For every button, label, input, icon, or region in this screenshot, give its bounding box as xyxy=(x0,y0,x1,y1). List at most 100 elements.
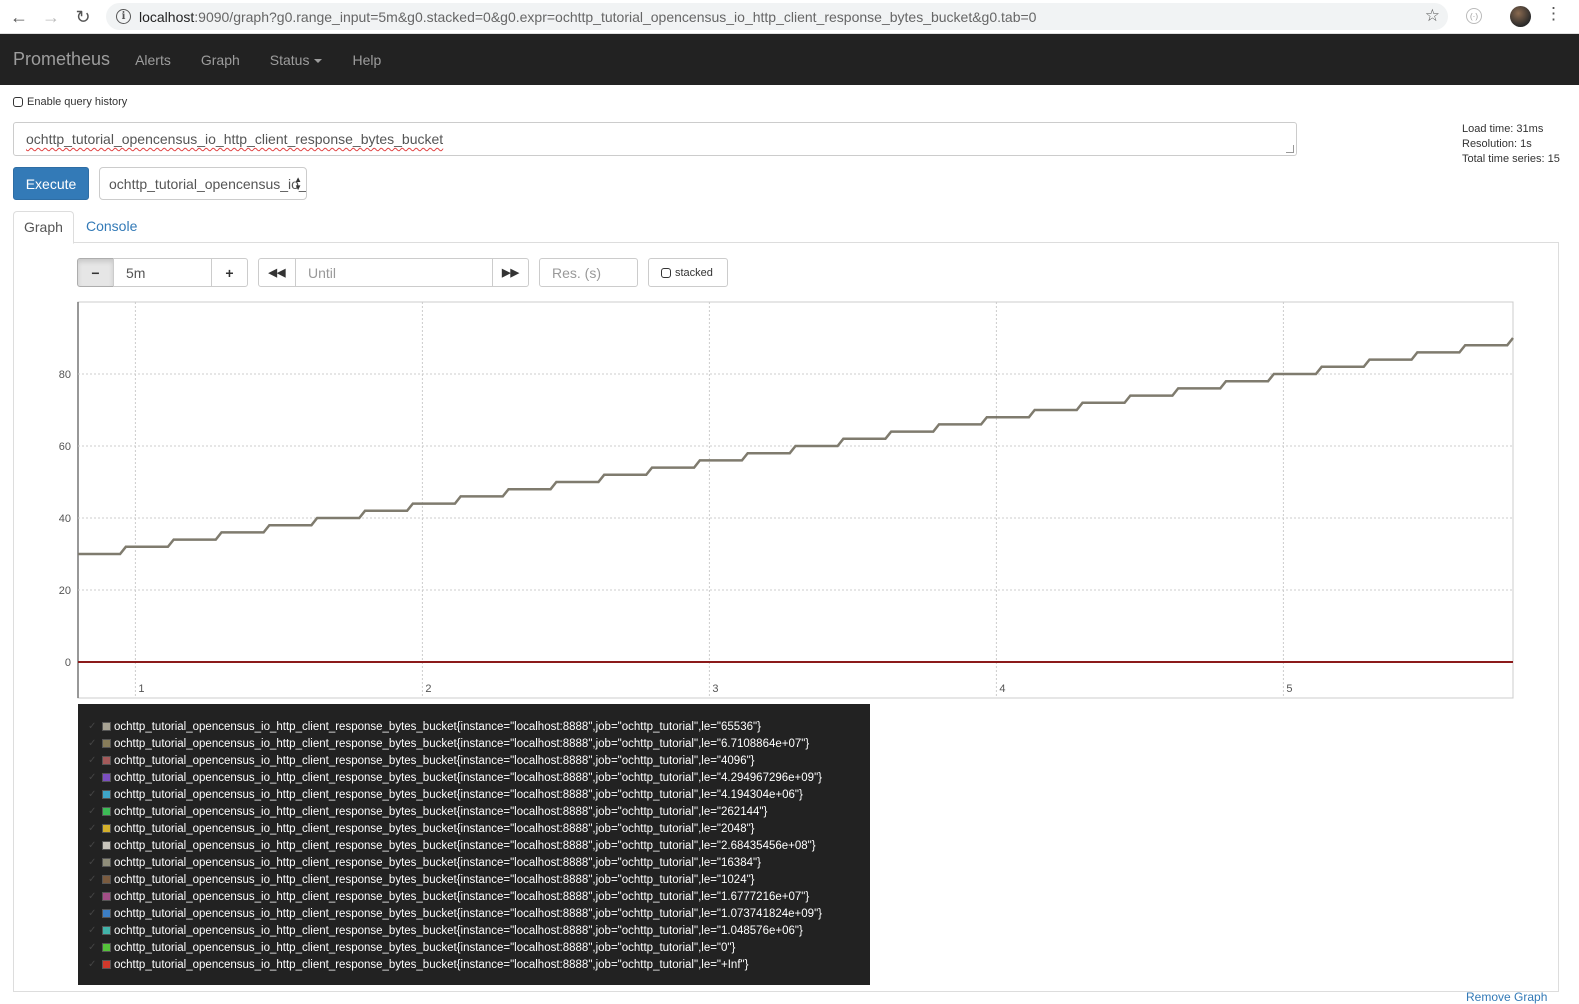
series-color-swatch xyxy=(102,858,111,867)
forward-arrow-icon[interactable]: → xyxy=(36,2,66,32)
nav-status-label: Status xyxy=(269,51,310,68)
legend-label: ochttp_tutorial_opencensus_io_http_clien… xyxy=(114,788,803,801)
legend-item[interactable]: ✓ ochttp_tutorial_opencensus_io_http_clie… xyxy=(78,735,870,752)
legend-label: ochttp_tutorial_opencensus_io_http_clien… xyxy=(114,924,803,937)
legend-item[interactable]: ✓ ochttp_tutorial_opencensus_io_http_clie… xyxy=(78,769,870,786)
legend-label: ochttp_tutorial_opencensus_io_http_clien… xyxy=(114,890,810,903)
caret-down-icon xyxy=(314,58,323,63)
legend-item[interactable]: ✓ ochttp_tutorial_opencensus_io_http_clie… xyxy=(78,888,870,905)
series-color-swatch xyxy=(102,807,111,816)
legend-item[interactable]: ✓ ochttp_tutorial_opencensus_io_http_clie… xyxy=(78,786,870,803)
check-icon: ✓ xyxy=(88,857,97,868)
check-icon: ✓ xyxy=(88,959,97,970)
legend-label: ochttp_tutorial_opencensus_io_http_clien… xyxy=(114,720,761,733)
legend-item[interactable]: ✓ ochttp_tutorial_opencensus_io_http_clie… xyxy=(78,905,870,922)
url-text: localhost:9090/graph?g0.range_input=5m&g… xyxy=(139,8,1037,25)
query-stats: Load time: 31ms Resolution: 1s Total tim… xyxy=(1462,122,1560,167)
series-color-swatch xyxy=(102,722,111,731)
brand-logo[interactable]: Prometheus xyxy=(13,49,110,70)
check-icon: ✓ xyxy=(88,755,97,766)
check-icon: ✓ xyxy=(88,806,97,817)
nav-alerts[interactable]: Alerts xyxy=(120,52,186,68)
metric-select-value: ochttp_tutorial_opencensus_io_http_clien… xyxy=(109,176,307,192)
legend-item[interactable]: ✓ ochttp_tutorial_opencensus_io_http_clie… xyxy=(78,837,870,854)
series-color-swatch xyxy=(102,773,111,782)
top-navbar: Prometheus Alerts Graph Status Help xyxy=(0,34,1579,85)
legend-item[interactable]: ✓ ochttp_tutorial_opencensus_io_http_clie… xyxy=(78,871,870,888)
legend-item[interactable]: ✓ ochttp_tutorial_opencensus_io_http_clie… xyxy=(78,752,870,769)
expression-input[interactable]: ochttp_tutorial_opencensus_io_http_clien… xyxy=(13,122,1297,156)
address-bar[interactable]: i localhost:9090/graph?g0.range_input=5m… xyxy=(106,3,1448,30)
series-color-swatch xyxy=(102,756,111,765)
series-color-swatch xyxy=(102,841,111,850)
avatar[interactable] xyxy=(1510,6,1531,27)
legend-label: ochttp_tutorial_opencensus_io_http_clien… xyxy=(114,941,736,954)
rewind-icon: ◀◀ xyxy=(268,267,286,279)
stacked-toggle-button[interactable]: stacked xyxy=(648,258,728,287)
legend-item[interactable]: ✓ ochttp_tutorial_opencensus_io_http_clie… xyxy=(78,820,870,837)
back-arrow-icon[interactable]: ← xyxy=(4,2,34,32)
range-plus-button[interactable]: + xyxy=(211,258,248,287)
menu-kebab-icon[interactable]: ⋮ xyxy=(1545,5,1562,22)
check-icon: ✓ xyxy=(88,925,97,936)
legend-label: ochttp_tutorial_opencensus_io_http_clien… xyxy=(114,771,822,784)
history-checkbox[interactable] xyxy=(13,97,23,107)
series-color-swatch xyxy=(102,892,111,901)
metric-select[interactable]: ochttp_tutorial_opencensus_io_http_clien… xyxy=(99,167,307,200)
legend-item[interactable]: ✓ ochttp_tutorial_opencensus_io_http_clie… xyxy=(78,922,870,939)
extension-icon[interactable]: (·) xyxy=(1466,8,1482,24)
legend-item[interactable]: ✓ ochttp_tutorial_opencensus_io_http_clie… xyxy=(78,854,870,871)
series-color-swatch xyxy=(102,926,111,935)
legend-item[interactable]: ✓ ochttp_tutorial_opencensus_io_http_clie… xyxy=(78,939,870,956)
time-forward-button[interactable]: ▶▶ xyxy=(492,258,529,287)
star-icon[interactable]: ☆ xyxy=(1425,6,1440,26)
series-color-swatch xyxy=(102,824,111,833)
legend-label: ochttp_tutorial_opencensus_io_http_clien… xyxy=(114,839,816,852)
tab-console[interactable]: Console xyxy=(76,211,147,243)
browser-toolbar: ← → ↻ i localhost:9090/graph?g0.range_in… xyxy=(0,0,1579,34)
check-icon: ✓ xyxy=(88,874,97,885)
nav-graph[interactable]: Graph xyxy=(186,52,255,68)
series-color-swatch xyxy=(102,739,111,748)
stacked-label: stacked xyxy=(675,266,713,279)
check-icon: ✓ xyxy=(88,738,97,749)
range-input[interactable]: 5m xyxy=(113,258,212,287)
legend-label: ochttp_tutorial_opencensus_io_http_clien… xyxy=(114,958,749,971)
tab-bar: Graph Console xyxy=(13,211,1559,244)
info-icon[interactable]: i xyxy=(116,9,131,24)
total-series: Total time series: 15 xyxy=(1462,153,1560,165)
stacked-checkbox xyxy=(661,267,671,278)
check-icon: ✓ xyxy=(88,942,97,953)
tab-graph[interactable]: Graph xyxy=(13,211,74,244)
load-time: Load time: 31ms xyxy=(1462,123,1544,135)
query-history-toggle[interactable]: Enable query history xyxy=(13,96,127,108)
series-color-swatch xyxy=(102,875,111,884)
legend-label: ochttp_tutorial_opencensus_io_http_clien… xyxy=(114,754,755,767)
legend-label: ochttp_tutorial_opencensus_io_http_clien… xyxy=(114,856,761,869)
series-color-swatch xyxy=(102,960,111,969)
legend-label: ochttp_tutorial_opencensus_io_http_clien… xyxy=(114,805,768,818)
legend-label: ochttp_tutorial_opencensus_io_http_clien… xyxy=(114,737,810,750)
legend-label: ochttp_tutorial_opencensus_io_http_clien… xyxy=(114,907,822,920)
check-icon: ✓ xyxy=(88,789,97,800)
execute-button[interactable]: Execute xyxy=(13,167,89,200)
fast-forward-icon: ▶▶ xyxy=(502,267,519,279)
nav-status[interactable]: Status xyxy=(255,52,338,68)
history-label: Enable query history xyxy=(27,96,128,108)
check-icon: ✓ xyxy=(88,891,97,902)
time-back-button[interactable]: ◀◀ xyxy=(258,258,296,287)
check-icon: ✓ xyxy=(88,908,97,919)
resize-grip-icon[interactable] xyxy=(1286,145,1294,153)
until-input[interactable]: Until xyxy=(295,258,493,287)
legend-label: ochttp_tutorial_opencensus_io_http_clien… xyxy=(114,822,755,835)
nav-help[interactable]: Help xyxy=(337,52,396,68)
remove-graph-link[interactable]: Remove Graph xyxy=(1466,990,1547,1004)
reload-icon[interactable]: ↻ xyxy=(68,2,98,32)
graph-legend: ✓ ochttp_tutorial_opencensus_io_http_clie… xyxy=(78,704,870,985)
series-color-swatch xyxy=(102,943,111,952)
legend-item[interactable]: ✓ ochttp_tutorial_opencensus_io_http_clie… xyxy=(78,956,870,973)
range-minus-button[interactable]: − xyxy=(77,258,114,287)
legend-item[interactable]: ✓ ochttp_tutorial_opencensus_io_http_clie… xyxy=(78,803,870,820)
legend-item[interactable]: ✓ ochttp_tutorial_opencensus_io_http_clie… xyxy=(78,718,870,735)
resolution-input[interactable]: Res. (s) xyxy=(539,258,638,287)
